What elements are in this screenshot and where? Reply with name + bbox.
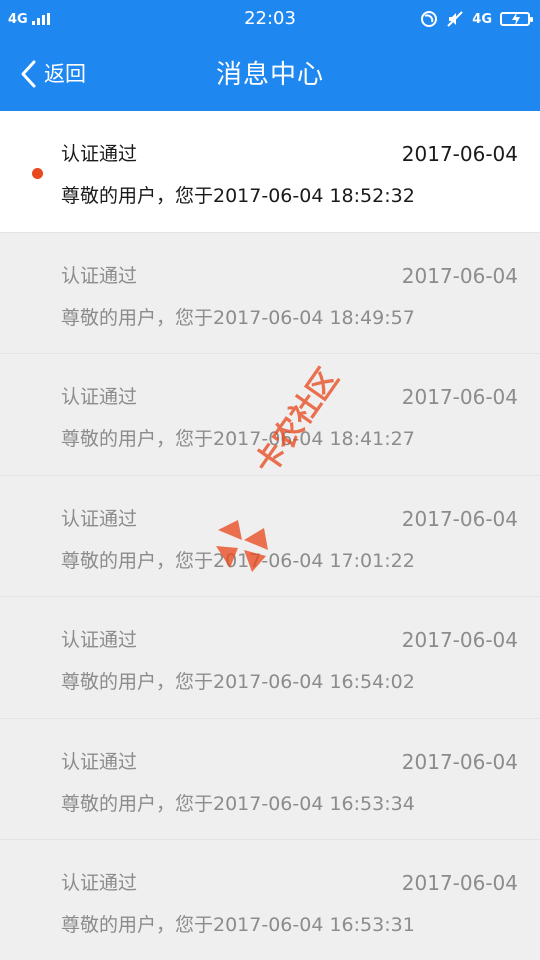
message-list: 认证通过 2017-06-04 尊敬的用户，您于2017-06-04 18:52… [0, 111, 540, 960]
message-date: 2017-06-04 [401, 628, 518, 652]
status-bar: 4G 22:03 4G [0, 0, 540, 38]
message-title: 认证通过 [61, 507, 138, 530]
message-title: 认证通过 [61, 872, 138, 894]
list-item[interactable]: 认证通过 2017-06-04 尊敬的用户，您于2017-06-04 16:54… [0, 597, 540, 719]
top-bar: 4G 22:03 4G 返回 消息中心 [0, 0, 540, 111]
mute-icon [447, 11, 463, 27]
page-title: 消息中心 [215, 60, 324, 90]
message-body: 尊敬的用户，您于2017-06-04 18:41:27 [61, 428, 415, 450]
list-item[interactable]: 认证通过 2017-06-04 尊敬的用户，您于2017-06-04 16:53… [0, 718, 540, 840]
message-body: 尊敬的用户，您于2017-06-04 18:52:32 [61, 185, 415, 207]
list-item[interactable]: 认证通过 2017-06-04 尊敬的用户，您于2017-06-04 18:41… [0, 354, 540, 476]
message-body: 尊敬的用户，您于2017-06-04 17:01:22 [61, 549, 415, 572]
battery-charging-icon [500, 12, 533, 26]
list-item[interactable]: 认证通过 2017-06-04 尊敬的用户，您于2017-06-04 17:01… [0, 475, 540, 597]
message-date: 2017-06-04 [401, 142, 518, 166]
message-title: 认证通过 [61, 264, 138, 287]
message-title: 认证通过 [61, 629, 138, 651]
message-body: 尊敬的用户，您于2017-06-04 18:49:57 [61, 306, 415, 329]
message-center-screen: 4G 22:03 4G 返回 消息中心 认证通过 2017-06-04 尊敬的用… [0, 0, 540, 960]
message-title: 认证通过 [61, 750, 138, 773]
list-item[interactable]: 认证通过 2017-06-04 尊敬的用户，您于2017-06-04 18:52… [0, 111, 540, 233]
message-date: 2017-06-04 [401, 263, 518, 288]
unread-dot-icon [32, 168, 43, 179]
network-type-right: 4G [472, 11, 492, 27]
message-body: 尊敬的用户，您于2017-06-04 16:53:34 [61, 792, 415, 815]
status-right: 4G [420, 8, 533, 30]
do-not-disturb-icon [421, 11, 438, 27]
message-date: 2017-06-04 [401, 385, 518, 409]
list-item[interactable]: 认证通过 2017-06-04 尊敬的用户，您于2017-06-04 16:53… [0, 840, 540, 960]
message-title: 认证通过 [61, 143, 138, 165]
message-date: 2017-06-04 [401, 749, 518, 774]
message-title: 认证通过 [61, 386, 138, 408]
list-item[interactable]: 认证通过 2017-06-04 尊敬的用户，您于2017-06-04 18:49… [0, 232, 540, 354]
message-date: 2017-06-04 [401, 871, 518, 895]
message-body: 尊敬的用户，您于2017-06-04 16:53:31 [61, 914, 415, 936]
app-header: 返回 消息中心 [0, 38, 540, 111]
message-date: 2017-06-04 [401, 506, 518, 531]
message-body: 尊敬的用户，您于2017-06-04 16:54:02 [61, 671, 415, 693]
